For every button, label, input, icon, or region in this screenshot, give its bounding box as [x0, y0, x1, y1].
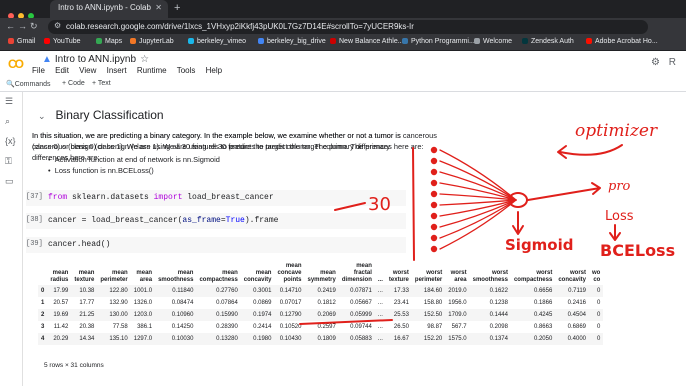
ink-input-node: [430, 190, 438, 198]
ink-input-node: [430, 146, 438, 154]
annotation-sigmoid: Sigmoid: [505, 236, 574, 254]
ink-connection-line: [439, 199, 517, 239]
annotation-optimizer: optimizer: [575, 121, 658, 141]
ink-input-node: [430, 168, 438, 176]
ink-input-node: [430, 223, 438, 231]
annotation-bceloss: BCELoss: [600, 241, 675, 260]
annotation-pro: pro: [608, 179, 631, 194]
ink-optimizer-arrow: [557, 144, 623, 159]
ink-input-node: [430, 201, 438, 209]
ink-input-node: [430, 245, 438, 253]
annotation-30: 30: [368, 194, 391, 215]
ink-underline: [299, 319, 393, 325]
ink-input-bracket-line: [412, 147, 415, 261]
ink-sigmoid-arrow: [512, 211, 524, 235]
ink-connection-line: [439, 171, 517, 201]
ink-input-node: [430, 179, 438, 187]
ink-loss-arrow: [609, 224, 621, 241]
ink-30-arrow: [334, 202, 366, 211]
ink-forward-arrow: [527, 182, 601, 201]
ink-input-node: [430, 234, 438, 242]
ink-input-node: [430, 212, 438, 220]
annotation-loss: Loss: [605, 209, 634, 224]
handwritten-annotations: 30 optimizer pro Loss Sigmoid BCELoss: [299, 121, 675, 325]
ink-input-node: [430, 157, 438, 165]
